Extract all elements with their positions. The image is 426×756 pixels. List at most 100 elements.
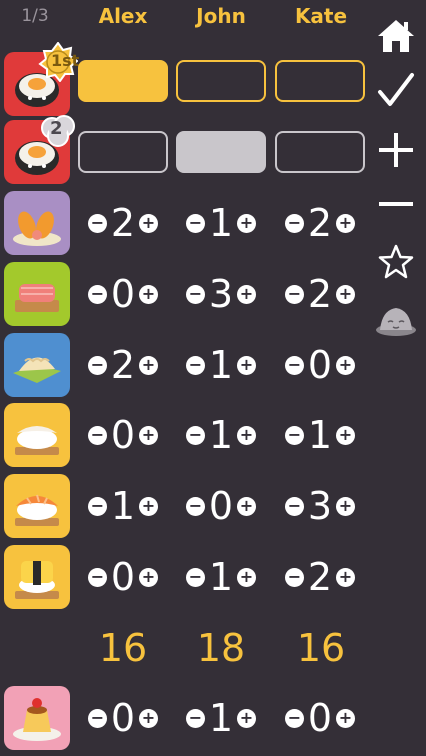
increment-button[interactable]: +	[139, 496, 158, 516]
count-value: 0	[110, 555, 136, 599]
decrement-button[interactable]: −	[88, 425, 107, 445]
increment-button[interactable]: +	[336, 213, 355, 233]
increment-button[interactable]: +	[336, 567, 355, 587]
count-value: 0	[110, 696, 136, 740]
maki-2nd-cell-alex[interactable]	[78, 131, 168, 173]
decrement-button[interactable]: −	[285, 708, 304, 728]
decrement-button[interactable]: −	[88, 708, 107, 728]
count-value: 1	[208, 343, 234, 387]
decrement-button[interactable]: −	[285, 567, 304, 587]
maki-1st-cell-john[interactable]	[176, 60, 266, 102]
maki-1st-cell-alex[interactable]	[78, 60, 168, 102]
tempura-icon	[4, 191, 70, 255]
increment-button[interactable]: +	[237, 496, 256, 516]
minus-icon[interactable]	[374, 182, 418, 226]
increment-button[interactable]: +	[237, 567, 256, 587]
maki-2nd-cell-kate[interactable]	[275, 131, 365, 173]
increment-button[interactable]: +	[237, 355, 256, 375]
total-score-kate: 16	[296, 626, 346, 670]
maki-1st-cell-kate[interactable]	[275, 60, 365, 102]
decrement-button[interactable]: −	[186, 708, 205, 728]
decrement-button[interactable]: −	[285, 284, 304, 304]
squid-nigiri-counter-alex: −0 +	[78, 409, 168, 461]
decrement-button[interactable]: −	[88, 496, 107, 516]
decrement-button[interactable]: −	[88, 284, 107, 304]
increment-button[interactable]: +	[237, 284, 256, 304]
count-value: 1	[110, 484, 136, 528]
increment-button[interactable]: +	[336, 708, 355, 728]
pudding-counter-john: −1 +	[176, 692, 266, 744]
increment-button[interactable]: +	[139, 567, 158, 587]
decrement-button[interactable]: −	[285, 355, 304, 375]
second-place-label: 2	[50, 118, 63, 139]
increment-button[interactable]: +	[237, 708, 256, 728]
count-value: 1	[208, 696, 234, 740]
player-name-1[interactable]: Alex	[77, 4, 169, 28]
increment-button[interactable]: +	[139, 284, 158, 304]
decrement-button[interactable]: −	[285, 213, 304, 233]
sashimi-icon	[4, 262, 70, 326]
increment-button[interactable]: +	[139, 355, 158, 375]
player-name-3[interactable]: Kate	[275, 4, 367, 28]
decrement-button[interactable]: −	[186, 496, 205, 516]
count-value: 1	[208, 413, 234, 457]
egg-nigiri-icon	[4, 545, 70, 609]
count-value: 0	[208, 484, 234, 528]
increment-button[interactable]: +	[336, 425, 355, 445]
increment-button[interactable]: +	[336, 355, 355, 375]
tempura-counter-john: −1 +	[176, 197, 266, 249]
squid-nigiri-counter-kate: −1 +	[275, 409, 365, 461]
increment-button[interactable]: +	[237, 213, 256, 233]
squid-nigiri-icon	[4, 403, 70, 467]
decrement-button[interactable]: −	[285, 496, 304, 516]
count-value: 3	[307, 484, 333, 528]
checkmark-icon[interactable]	[374, 68, 418, 112]
increment-button[interactable]: +	[139, 708, 158, 728]
first-place-badge: 1st	[38, 42, 79, 82]
increment-button[interactable]: +	[139, 213, 158, 233]
plus-icon[interactable]	[374, 128, 418, 172]
egg-nigiri-counter-john: −1 +	[176, 551, 266, 603]
dumpling-icon	[4, 333, 70, 397]
count-value: 3	[208, 272, 234, 316]
increment-button[interactable]: +	[336, 496, 355, 516]
decrement-button[interactable]: −	[88, 213, 107, 233]
salmon-nigiri-icon	[4, 474, 70, 538]
count-value: 0	[110, 413, 136, 457]
increment-button[interactable]: +	[237, 425, 256, 445]
sashimi-counter-john: −3 +	[176, 268, 266, 320]
tempura-counter-alex: −2 +	[78, 197, 168, 249]
squid-nigiri-counter-john: −1 +	[176, 409, 266, 461]
decrement-button[interactable]: −	[186, 213, 205, 233]
salmon-nigiri-counter-kate: −3 +	[275, 480, 365, 532]
egg-nigiri-counter-kate: −2 +	[275, 551, 365, 603]
dumpling-counter-kate: −0 +	[275, 339, 365, 391]
egg-nigiri-counter-alex: −0 +	[78, 551, 168, 603]
count-value: 0	[307, 343, 333, 387]
increment-button[interactable]: +	[336, 284, 355, 304]
pudding-counter-kate: −0 +	[275, 692, 365, 744]
home-icon[interactable]	[374, 14, 418, 58]
star-icon[interactable]	[374, 240, 418, 284]
pudding-icon	[4, 686, 70, 750]
decrement-button[interactable]: −	[186, 425, 205, 445]
increment-button[interactable]: +	[139, 425, 158, 445]
decrement-button[interactable]: −	[88, 567, 107, 587]
count-value: 1	[208, 555, 234, 599]
count-value: 2	[110, 343, 136, 387]
count-value: 2	[110, 201, 136, 245]
decrement-button[interactable]: −	[186, 284, 205, 304]
rock-icon[interactable]	[374, 298, 418, 342]
total-score-alex: 16	[98, 626, 148, 670]
pudding-counter-alex: −0 +	[78, 692, 168, 744]
sashimi-counter-kate: −2 +	[275, 268, 365, 320]
decrement-button[interactable]: −	[88, 355, 107, 375]
decrement-button[interactable]: −	[285, 425, 304, 445]
salmon-nigiri-counter-john: −0 +	[176, 480, 266, 532]
decrement-button[interactable]: −	[186, 355, 205, 375]
player-name-2[interactable]: John	[175, 4, 267, 28]
maki-2nd-cell-john[interactable]	[176, 131, 266, 173]
count-value: 1	[208, 201, 234, 245]
count-value: 2	[307, 201, 333, 245]
decrement-button[interactable]: −	[186, 567, 205, 587]
